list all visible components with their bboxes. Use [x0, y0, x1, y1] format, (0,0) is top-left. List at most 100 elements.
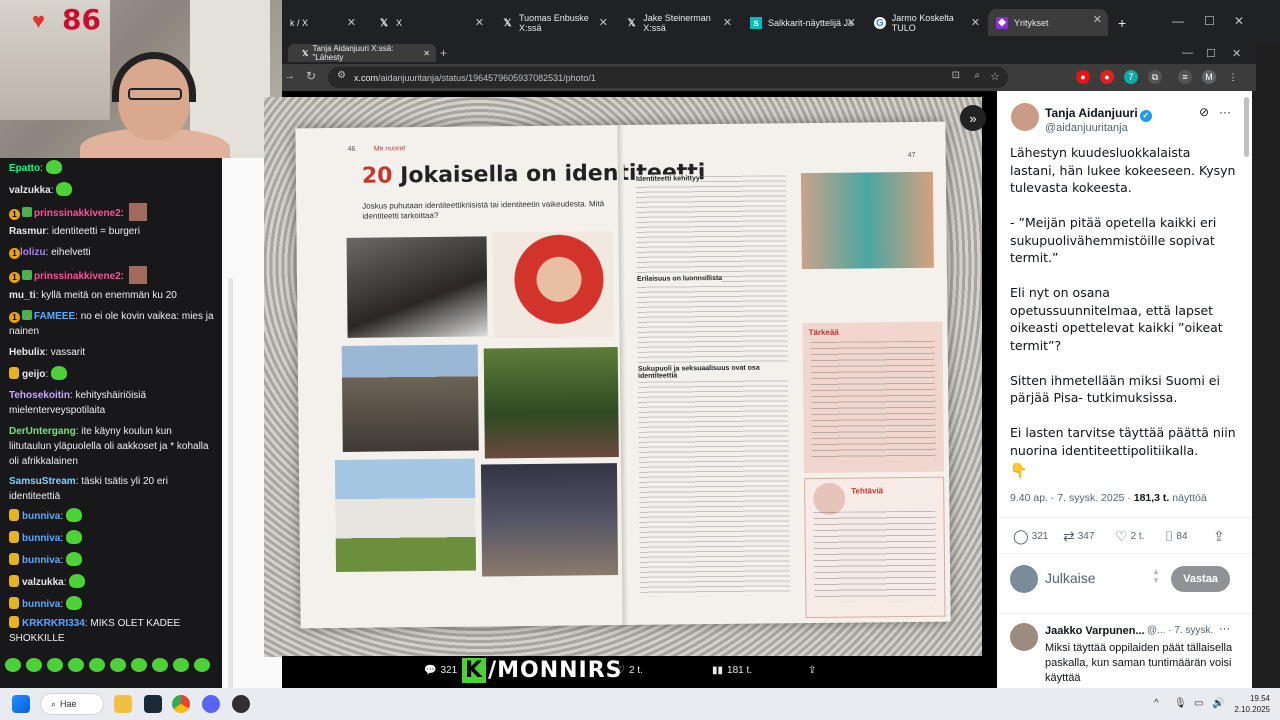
close-window-icon[interactable]: ✕ [1232, 47, 1241, 60]
retweet-button[interactable]: ⇄ 347 [1063, 528, 1094, 545]
tab-salkkarit[interactable]: s Salkkarit-näyttelijä Ja ✕ [742, 12, 862, 34]
tab-yritykset[interactable]: ◆ Yritykset ✕ [988, 9, 1108, 36]
close-icon[interactable]: ✕ [475, 16, 484, 29]
discord-icon[interactable] [202, 695, 220, 713]
reload-icon[interactable]: ↻ [306, 69, 316, 83]
chat-username[interactable]: Epatto [9, 163, 40, 174]
network-icon[interactable]: ▭ [1194, 698, 1203, 709]
more-icon[interactable]: ··· [1219, 105, 1231, 119]
chat-username[interactable]: FAMEEE [34, 311, 75, 322]
comment-avatar[interactable] [1010, 623, 1038, 651]
inner-tab-tweet[interactable]: 𝕏 Tanja Aidanjuuri X:ssä: "Lähesty ✕ [288, 44, 436, 62]
panel-scrollbar[interactable] [1244, 97, 1249, 157]
steam-icon[interactable] [144, 695, 162, 713]
taskbar-clock[interactable]: 19.54 2.10.2025 [1230, 693, 1270, 715]
tweet-time[interactable]: 9.40 ap. · 7. syysk. 2025 · [1010, 492, 1134, 504]
chat-username[interactable]: bunniva [22, 511, 60, 522]
chat-username[interactable]: prinssinakkivene2 [34, 271, 121, 282]
extension-icon[interactable]: 7 [1124, 70, 1138, 84]
chat-username[interactable]: Tehosekoitin [9, 390, 70, 401]
emote-icon [5, 658, 21, 672]
viewer-reply-button[interactable]: 💬 321 [424, 665, 457, 676]
author-handle[interactable]: @aidanjuuritanja [1045, 122, 1128, 134]
url-path: /aidanjuuritanja/status/1964579605937082… [378, 72, 596, 83]
author-avatar[interactable] [1011, 103, 1039, 131]
mic-icon[interactable]: 🎙 [1174, 698, 1187, 709]
close-icon[interactable]: ✕ [423, 49, 430, 58]
puzzle-icon[interactable]: ⧉ [1148, 70, 1162, 84]
volume-icon[interactable]: 🔊 [1212, 698, 1224, 709]
chat-username[interactable]: geijo [22, 369, 45, 380]
address-bar[interactable]: ⚙ x.com/aidanjuuritanja/status/196457960… [328, 67, 1008, 88]
new-tab-icon[interactable]: + [440, 46, 447, 60]
chevron-up-icon[interactable]: ^ [1154, 698, 1159, 709]
minimize-icon[interactable]: — [1182, 47, 1193, 59]
chat-message: mu_ti: kyllä meitä on enemmän ku 20 [9, 288, 215, 303]
extension-icon[interactable]: ● [1100, 70, 1114, 84]
chat-username[interactable]: valzukka [22, 577, 64, 588]
share-button[interactable]: ⇪ [1213, 528, 1225, 545]
chat-username[interactable]: bunniva [22, 555, 60, 566]
comment-author[interactable]: Jaakko Varpunen... [1045, 625, 1145, 637]
tab-x[interactable]: 𝕏 X ✕ [370, 12, 490, 34]
extension-icon[interactable]: ● [1076, 70, 1090, 84]
back-icon[interactable]: → [284, 70, 295, 82]
chrome-icon[interactable] [172, 695, 190, 713]
new-tab-button[interactable]: + [1110, 12, 1130, 34]
chat-username[interactable]: bunniva [22, 599, 60, 610]
bookmark-star-icon[interactable]: ☆ [990, 70, 1000, 83]
close-window-icon[interactable]: ✕ [1234, 14, 1244, 28]
expand-panel-button[interactable]: » [960, 105, 986, 131]
gift-badge-icon [22, 270, 32, 280]
tweet-photo[interactable]: 46 Me nuoret 47 20 Jokaisella on identit… [264, 97, 982, 657]
menu-icon[interactable]: ⋮ [1226, 70, 1240, 84]
stepper-icon: ▲ ▼ [1152, 567, 1160, 585]
close-icon[interactable]: ✕ [1093, 13, 1102, 26]
obs-icon[interactable] [232, 695, 250, 713]
site-settings-icon[interactable]: ⚙ [337, 70, 346, 81]
author-name[interactable]: Tanja Aidanjuuri ✓ [1045, 106, 1152, 122]
close-icon[interactable]: ✕ [723, 16, 732, 29]
bookmark-button[interactable]: ⌷ 84 [1165, 528, 1188, 545]
chat-username[interactable]: valzukka [9, 185, 51, 196]
chat-username[interactable]: KRKRKRI334 [22, 618, 85, 629]
reply-button[interactable]: ◯ 321 [1013, 528, 1048, 545]
close-icon[interactable]: ✕ [847, 16, 856, 29]
media-icon[interactable]: ≡ [1178, 70, 1192, 84]
chat-username[interactable]: Rasmur [9, 226, 46, 237]
grok-icon[interactable]: ⊘ [1199, 105, 1209, 119]
zoom-icon[interactable]: ⌕ [974, 70, 980, 81]
start-icon[interactable] [12, 695, 30, 713]
tab-jarmo[interactable]: G Jarmo Koskelta TULO ✕ [866, 12, 986, 34]
viewer-like-button[interactable]: ♡ 2 t. [616, 665, 643, 676]
emote-icon [47, 658, 63, 672]
file-explorer-icon[interactable] [114, 695, 132, 713]
chat-username[interactable]: bunniva [22, 533, 60, 544]
close-icon[interactable]: ✕ [971, 16, 980, 29]
maximize-icon[interactable]: ☐ [1206, 47, 1216, 60]
taskbar-search[interactable]: ⌕ Hae [40, 693, 104, 715]
viewer-views-button[interactable]: ▮▮ 181 t. [712, 665, 752, 676]
more-icon[interactable]: ··· [1219, 623, 1230, 635]
install-icon[interactable]: ⊡ [952, 70, 960, 81]
chat-username[interactable]: DerUntergang [9, 426, 76, 437]
like-button[interactable]: ♡ 2 t. [1115, 528, 1144, 545]
viewer-share-button[interactable]: ⇪ [808, 665, 816, 676]
divider [997, 553, 1252, 554]
chat-username[interactable]: Hebulix [9, 347, 45, 358]
minimize-icon[interactable]: — [1172, 14, 1184, 28]
chat-username[interactable]: SamsuStream [9, 476, 76, 487]
maximize-icon[interactable]: ☐ [1204, 14, 1215, 28]
tab-enbuske[interactable]: 𝕏 Tuomas Enbuske X:ssä ✕ [494, 12, 614, 34]
close-icon[interactable]: ✕ [347, 16, 356, 29]
chat-username[interactable]: lolizu [20, 247, 46, 258]
tab-steinerman[interactable]: 𝕏 Jake Steinerman X:ssä ✕ [618, 12, 738, 34]
sub-badge-icon: 1 [9, 248, 20, 259]
close-icon[interactable]: ✕ [599, 16, 608, 29]
reply-input[interactable]: Julkaise [1045, 570, 1096, 586]
chat-username[interactable]: mu_ti [9, 290, 36, 301]
tab-k-x[interactable]: k / X ✕ [282, 12, 362, 34]
reply-submit-button[interactable]: Vastaa [1171, 566, 1230, 592]
profile-icon[interactable]: M [1202, 70, 1216, 84]
chat-username[interactable]: prinssinakkivene2 [34, 208, 121, 219]
